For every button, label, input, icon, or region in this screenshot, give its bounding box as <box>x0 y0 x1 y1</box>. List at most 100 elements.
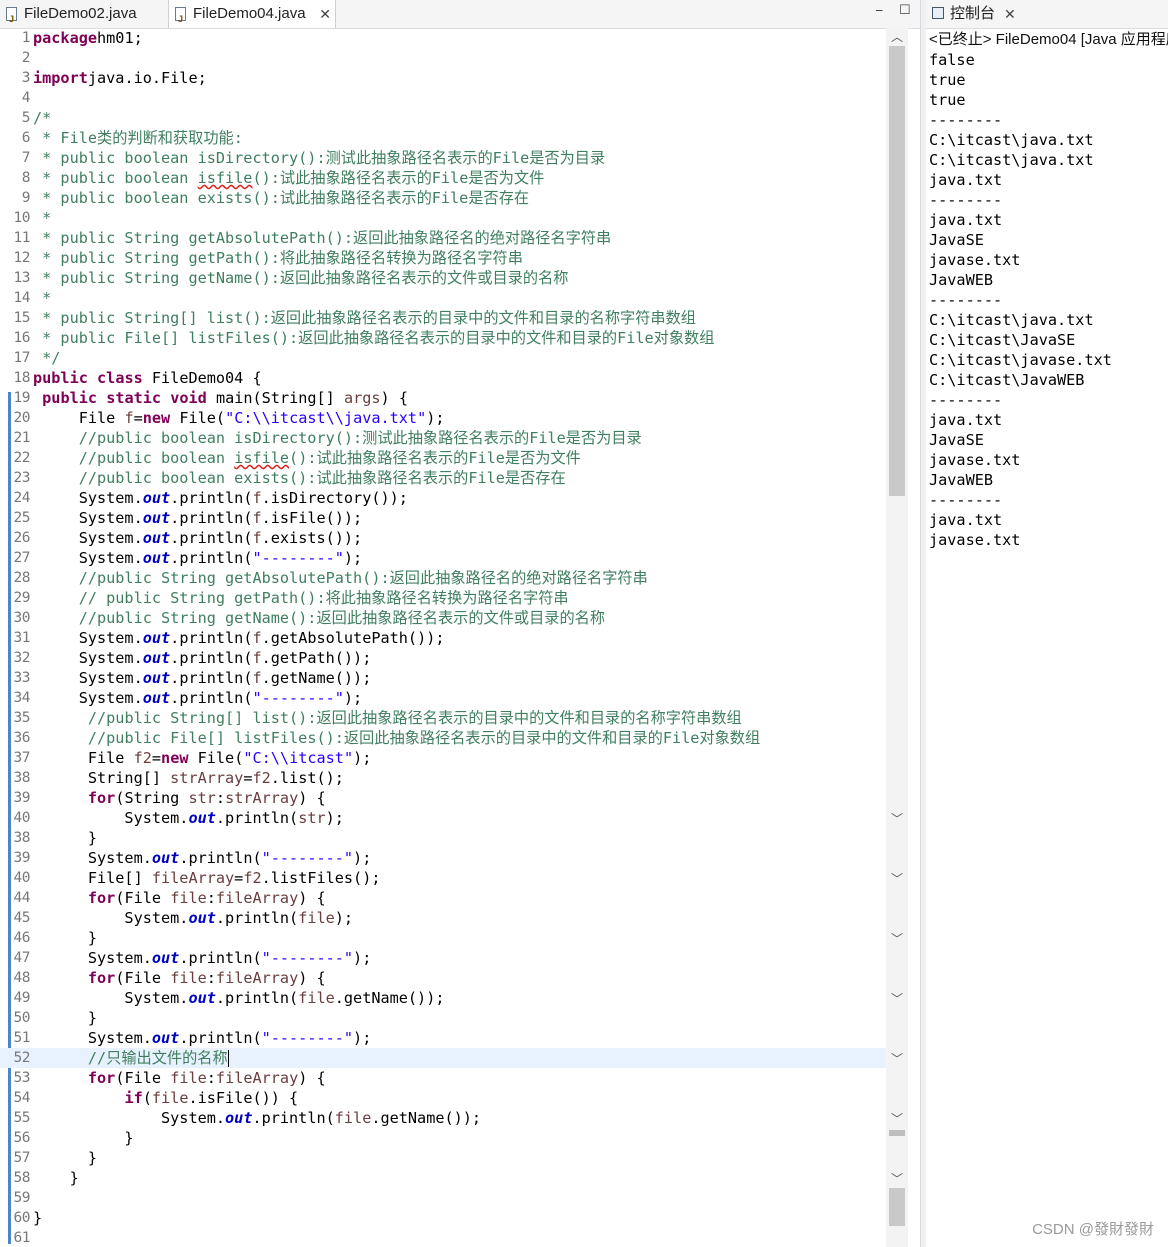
code-line[interactable]: 10 * <box>0 208 886 228</box>
code-line[interactable]: 21 //public boolean isDirectory():测试此抽象路… <box>0 428 886 448</box>
line-number: 32 <box>13 650 31 666</box>
code-line[interactable]: 28 //public String getAbsolutePath():返回此… <box>0 568 886 588</box>
console-line: C:\itcast\JavaSE <box>929 331 1076 349</box>
code-line[interactable]: 15 * public String[] list():返回此抽象路径名表示的目… <box>0 308 886 328</box>
code-line[interactable]: 48 for(File file:fileArray) { <box>0 968 886 988</box>
code-line[interactable]: 3 importjava.io.File; <box>0 68 886 88</box>
code-line[interactable]: 17 */ <box>0 348 886 368</box>
code-token: .listFiles(); <box>261 869 381 887</box>
code-line[interactable]: 50 } <box>0 1008 886 1028</box>
code-line[interactable]: 4 <box>0 88 886 108</box>
code-line[interactable]: 30 //public String getName():返回此抽象路径名表示的… <box>0 608 886 628</box>
code-line[interactable]: 58 } <box>0 1168 886 1188</box>
tab-console[interactable]: 控制台 ✕ <box>926 0 1168 29</box>
code-line[interactable]: 60} <box>0 1208 886 1228</box>
minimize-icon[interactable]: ⎯ <box>876 2 883 18</box>
line-number: 46 <box>13 930 31 946</box>
code-text: //public String getAbsolutePath():返回此抽象路… <box>33 568 648 588</box>
close-icon[interactable]: ✕ <box>1004 0 1016 28</box>
scroll-up-icon[interactable]: ︿ <box>891 28 903 45</box>
code-line[interactable]: 7 * public boolean isDirectory():测试此抽象路径… <box>0 148 886 168</box>
code-line[interactable]: 39 System.out.println("--------"); <box>0 848 886 868</box>
code-line[interactable]: 56 } <box>0 1128 886 1148</box>
line-number: 59 <box>13 1190 31 1206</box>
code-line[interactable]: 13 * public String getName():返回此抽象路径名表示的… <box>0 268 886 288</box>
code-token: .println( <box>170 489 253 507</box>
code-editor[interactable]: 1 packagehm01; 2 3 importjava.io.File; 4 5/* 6 … <box>0 28 908 1247</box>
line-number: 13 <box>13 270 31 286</box>
code-line[interactable]: 59 <box>0 1188 886 1208</box>
tab-filedemo02[interactable]: FileDemo02.java <box>0 0 160 33</box>
code-line[interactable]: 38 String[] strArray=f2.list(); <box>0 768 886 788</box>
code-token: } <box>33 829 98 847</box>
close-icon[interactable]: ✕ <box>319 0 331 28</box>
code-token: ); <box>353 949 372 967</box>
code-line[interactable]: 49 System.out.println(file.getName()); <box>0 988 886 1008</box>
code-line[interactable]: 47 System.out.println("--------"); <box>0 948 886 968</box>
code-line[interactable]: 39 for(String str:strArray) { <box>0 788 886 808</box>
code-line[interactable]: 9 * public boolean exists():试此抽象路径名表示的Fi… <box>0 188 886 208</box>
editor-scrollbar[interactable]: ︿ ﹀ ﹀ ﹀ ﹀ ﹀ ﹀ ﹀ <box>886 28 908 1247</box>
code-line[interactable]: 20 File f=new File("C:\\itcast\\java.txt… <box>0 408 886 428</box>
code-line[interactable]: 25 System.out.println(f.isFile()); <box>0 508 886 528</box>
code-line[interactable]: 55 System.out.println(file.getName()); <box>0 1108 886 1128</box>
code-line[interactable]: 29 // public String getPath():将此抽象路径名转换为… <box>0 588 886 608</box>
code-line[interactable]: 32 System.out.println(f.getPath()); <box>0 648 886 668</box>
code-line[interactable]: 24 System.out.println(f.isDirectory()); <box>0 488 886 508</box>
code-text: //public boolean exists():试此抽象路径名表示的File… <box>33 468 566 488</box>
code-text: File[] fileArray=f2.listFiles(); <box>33 868 381 888</box>
code-line[interactable]: 40 File[] fileArray=f2.listFiles(); <box>0 868 886 888</box>
console-line: C:\itcast\java.txt <box>929 311 1094 329</box>
code-token: file <box>298 909 335 927</box>
console-line: java.txt <box>929 411 1003 429</box>
code-text: //public File[] listFiles():返回此抽象路径名表示的目… <box>33 728 760 748</box>
code-line[interactable]: 45 System.out.println(file); <box>0 908 886 928</box>
code-line[interactable]: 8 * public boolean isfile():试此抽象路径名表示的Fi… <box>0 168 886 188</box>
code-line[interactable]: 1 packagehm01; <box>0 28 886 48</box>
code-line[interactable]: 61 <box>0 1228 886 1247</box>
code-line[interactable]: 44 for(File file:fileArray) { <box>0 888 886 908</box>
code-token: out <box>188 989 216 1007</box>
code-line[interactable]: 26 System.out.println(f.exists()); <box>0 528 886 548</box>
code-line[interactable]: 40 System.out.println(str); <box>0 808 886 828</box>
scrollbar-thumb[interactable] <box>889 46 905 496</box>
code-token: for <box>87 1069 116 1087</box>
line-number: 24 <box>13 490 31 506</box>
code-line[interactable]: 14 * <box>0 288 886 308</box>
code-line[interactable]: 54 if(file.isFile()) { <box>0 1088 886 1108</box>
code-token: } <box>33 1149 98 1167</box>
code-token: (String <box>115 789 189 807</box>
code-line[interactable]: 36 //public File[] listFiles():返回此抽象路径名表… <box>0 728 886 748</box>
code-line[interactable]: 57 } <box>0 1148 886 1168</box>
code-token: .println( <box>215 809 299 827</box>
code-line[interactable]: 27 System.out.println("--------"); <box>0 548 886 568</box>
code-line[interactable]: 31 System.out.println(f.getAbsolutePath(… <box>0 628 886 648</box>
code-token: out <box>142 549 171 567</box>
code-line[interactable]: 16 * public File[] listFiles():返回此抽象路径名表… <box>0 328 886 348</box>
code-line[interactable]: 23 //public boolean exists():试此抽象路径名表示的F… <box>0 468 886 488</box>
code-line[interactable]: 51 System.out.println("--------"); <box>0 1028 886 1048</box>
code-line[interactable]: 18 public class FileDemo04 { <box>0 368 886 388</box>
code-token: System. <box>33 1109 226 1127</box>
code-line[interactable]: 19 public static void main(String[] args… <box>0 388 886 408</box>
code-line[interactable]: 38 } <box>0 828 886 848</box>
code-line[interactable]: 5/* <box>0 108 886 128</box>
code-line[interactable]: 52 //只输出文件的名称 <box>0 1048 886 1068</box>
code-line[interactable]: 35 //public String[] list():返回此抽象路径名表示的目… <box>0 708 886 728</box>
scrollbar-thumb-lower[interactable] <box>889 1188 905 1226</box>
code-line[interactable]: 12 * public String getPath():将此抽象路径名转换为路… <box>0 248 886 268</box>
code-token: String[] <box>33 769 171 787</box>
tab-filedemo04[interactable]: FileDemo04.java ✕ <box>168 0 336 33</box>
code-line[interactable]: 2 <box>0 48 886 68</box>
code-line[interactable]: 33 System.out.println(f.getName()); <box>0 668 886 688</box>
code-line[interactable]: 34 System.out.println("--------"); <box>0 688 886 708</box>
code-line[interactable]: 6 * File类的判断和获取功能: <box>0 128 886 148</box>
maximize-icon[interactable]: ☐ <box>899 2 911 18</box>
code-line[interactable]: 53 for(File file:fileArray) { <box>0 1068 886 1088</box>
code-line[interactable]: 11 * public String getAbsolutePath():返回此… <box>0 228 886 248</box>
code-text: * public boolean exists():试此抽象路径名表示的File… <box>33 188 529 208</box>
code-line[interactable]: 37 File f2=new File("C:\\itcast"); <box>0 748 886 768</box>
code-line[interactable]: 22 //public boolean isfile():试此抽象路径名表示的F… <box>0 448 886 468</box>
code-line[interactable]: 46 } <box>0 928 886 948</box>
